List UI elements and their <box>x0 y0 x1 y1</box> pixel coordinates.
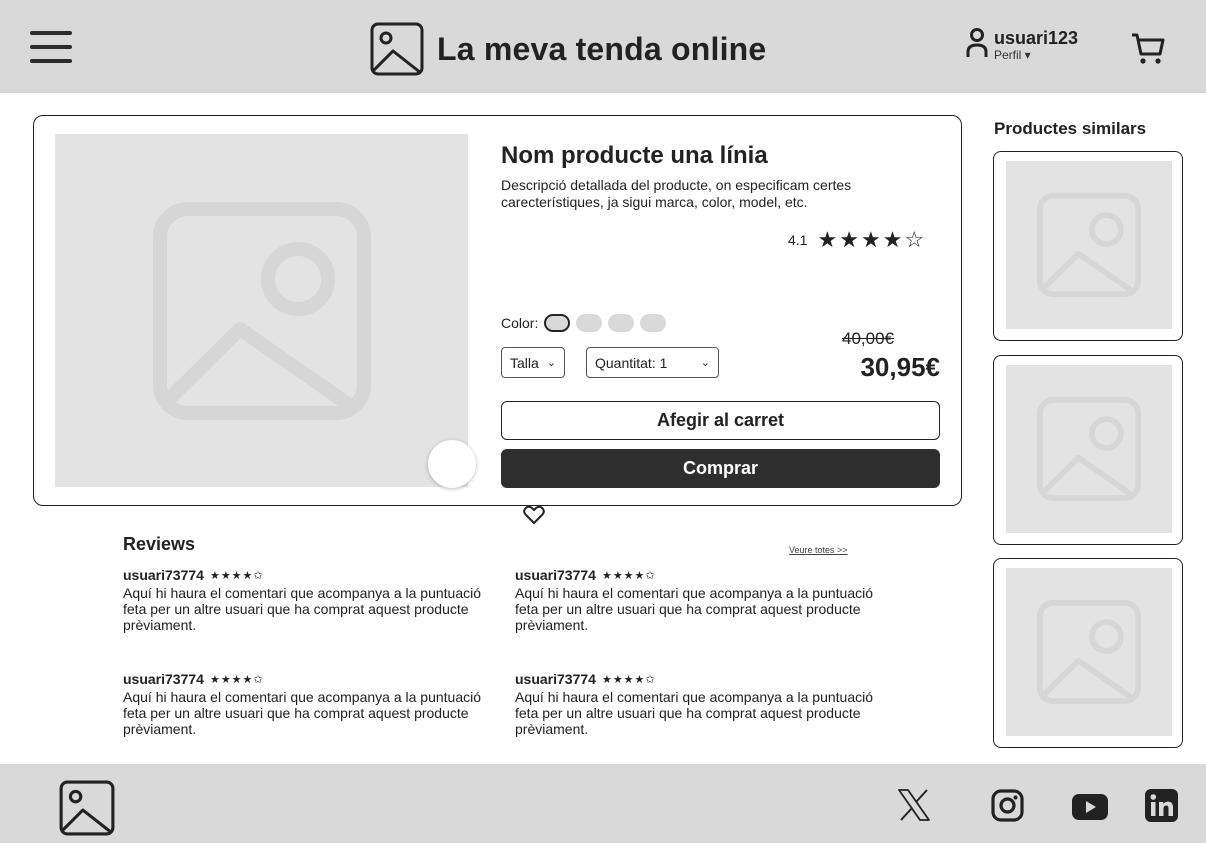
add-to-cart-button[interactable]: Afegir al carret <box>501 401 940 440</box>
review-username: usuari73774 <box>123 671 204 687</box>
logo-image-icon <box>370 22 424 76</box>
review-text: Aquí hi haura el comentari que acompanya… <box>515 585 874 633</box>
buy-button[interactable]: Comprar <box>501 449 940 488</box>
username: usuari123 <box>994 28 1079 48</box>
image-placeholder-icon <box>1036 396 1142 502</box>
color-swatch[interactable] <box>608 314 635 332</box>
old-price: 40,00€ <box>842 329 894 348</box>
similar-products-title: Productes similars <box>994 119 1147 138</box>
review-text: Aquí hi haura el comentari que acompanya… <box>123 585 482 633</box>
star-icon: ★ <box>817 227 838 252</box>
product-name: Nom producte una línia <box>501 142 768 169</box>
favorite-button[interactable] <box>428 440 545 524</box>
see-all-reviews-link[interactable]: Veure totes >> <box>789 545 848 555</box>
cart-icon[interactable] <box>1130 30 1166 71</box>
rating-value: 4.1 <box>788 232 808 248</box>
review-stars: ★★★★✩ <box>601 569 656 582</box>
similar-product-image <box>1006 161 1172 329</box>
user-icon <box>966 28 988 57</box>
logo-image-icon <box>59 780 115 836</box>
similar-product-card[interactable] <box>993 558 1183 748</box>
quantity-select[interactable]: Quantitat: 1 ⌄ <box>586 347 719 378</box>
product-image <box>55 134 545 524</box>
footer <box>0 764 1206 843</box>
review-text: Aquí hi haura el comentari que acompanya… <box>123 689 482 737</box>
current-price: 30,95€ <box>860 352 940 382</box>
product-rating: 4.1 ★ ★ ★ ★ ☆ <box>788 229 926 251</box>
image-placeholder-icon <box>153 202 371 420</box>
size-select-label: Talla <box>510 354 539 371</box>
star-icon: ★ <box>882 227 903 252</box>
size-select[interactable]: Talla ⌄ <box>501 347 566 378</box>
star-icon: ★ <box>860 227 881 252</box>
rating-stars: ★ ★ ★ ★ ☆ <box>817 229 926 251</box>
review-username: usuari73774 <box>515 567 596 583</box>
similar-product-card[interactable] <box>993 151 1183 341</box>
similar-product-image <box>1006 365 1172 533</box>
profile-dropdown[interactable]: Perfil ▾ <box>994 48 1078 62</box>
review-item: usuari73774 ★★★★✩ Aquí hi haura el comen… <box>123 671 493 737</box>
heart-icon <box>523 505 545 524</box>
x-icon[interactable] <box>897 789 931 826</box>
similar-product-card[interactable] <box>993 355 1183 545</box>
instagram-icon[interactable] <box>991 789 1024 827</box>
star-outline-icon: ☆ <box>904 227 925 252</box>
color-label: Color: <box>501 315 539 331</box>
review-stars: ★★★★✩ <box>601 673 656 686</box>
quantity-select-label: Quantitat: 1 <box>595 354 668 371</box>
color-picker: Color: <box>501 314 672 332</box>
color-swatch[interactable] <box>640 314 667 332</box>
menu-icon[interactable] <box>30 31 72 63</box>
review-item: usuari73774 ★★★★✩ Aquí hi haura el comen… <box>515 671 885 737</box>
image-placeholder-icon <box>1036 599 1142 705</box>
review-item: usuari73774 ★★★★✩ Aquí hi haura el comen… <box>515 567 885 633</box>
footer-logo[interactable] <box>58 779 116 842</box>
product-description: Descripció detallada del producte, on es… <box>501 177 852 210</box>
review-stars: ★★★★✩ <box>209 673 264 686</box>
similar-product-image <box>1006 568 1172 736</box>
image-placeholder-icon <box>1036 192 1142 298</box>
reviews-title: Reviews <box>123 534 196 554</box>
brand[interactable]: La meva tenda online <box>369 22 767 76</box>
product-card: Nom producte una línia Descripció detall… <box>33 115 962 524</box>
youtube-icon[interactable] <box>1072 794 1108 825</box>
user-menu[interactable]: usuari123 Perfil ▾ <box>966 28 1078 62</box>
header: La meva tenda online usuari123 Perfil ▾ <box>0 0 1206 93</box>
review-text: Aquí hi haura el comentari que acompanya… <box>515 689 874 737</box>
color-swatch[interactable] <box>576 314 603 332</box>
chevron-down-icon: ⌄ <box>546 357 557 369</box>
review-item: usuari73774 ★★★★✩ Aquí hi haura el comen… <box>123 567 493 633</box>
review-stars: ★★★★✩ <box>209 569 264 582</box>
site-title: La meva tenda online <box>437 30 767 67</box>
review-username: usuari73774 <box>123 567 204 583</box>
color-swatch-selected[interactable] <box>544 314 571 332</box>
linkedin-icon[interactable] <box>1145 789 1178 827</box>
chevron-down-icon: ⌄ <box>700 357 710 369</box>
star-icon: ★ <box>839 227 859 252</box>
review-username: usuari73774 <box>515 671 596 687</box>
